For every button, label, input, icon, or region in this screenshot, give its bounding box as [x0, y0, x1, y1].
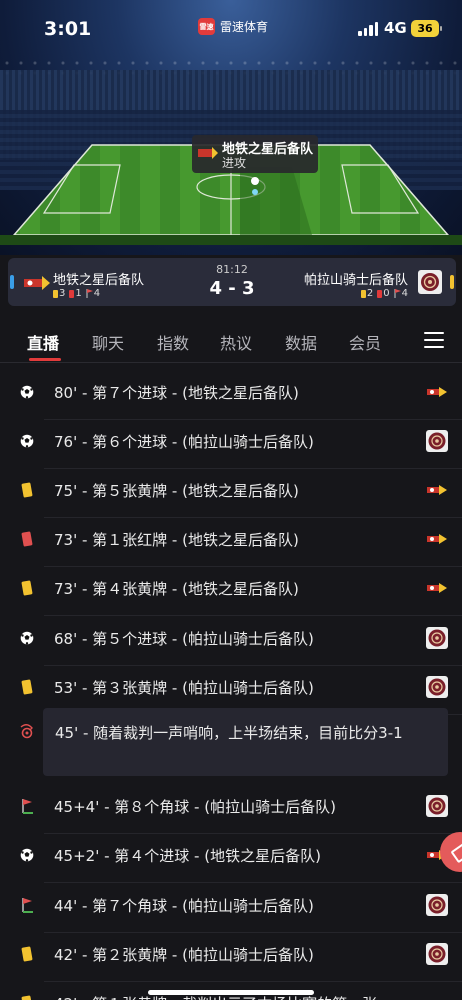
corner-flag-icon: [18, 797, 36, 815]
tab-odds[interactable]: 指数: [157, 330, 189, 354]
red-card-icon: [377, 289, 383, 298]
timeline-event-row: 45' - 随着裁判一声哨响，上半场结束，目前比分3-1: [0, 708, 462, 778]
home-team-logo: [426, 528, 448, 550]
tab-chat[interactable]: 聊天: [92, 330, 124, 354]
goal-ball-icon: [18, 629, 36, 647]
away-team-logo[interactable]: [418, 270, 442, 294]
app-badge[interactable]: 雷速 雷速体育: [198, 18, 268, 35]
timeline-event-row: 73' - 第４张黄牌 - (地铁之星后备队): [0, 567, 462, 616]
home-team-logo: [198, 147, 218, 159]
menu-icon[interactable]: [424, 332, 444, 348]
event-text: 76' - 第６个进球 - (帕拉山骑士后备队): [54, 433, 314, 451]
half-time-summary: 45' - 随着裁判一声哨响，上半场结束，目前比分3-1: [43, 708, 448, 776]
yellow-card-icon: [18, 945, 36, 963]
yellow-card-icon: [18, 579, 36, 597]
tabs-divider: [0, 362, 462, 363]
tab-live[interactable]: 直播: [27, 330, 59, 354]
event-text: 44' - 第７个角球 - (帕拉山骑士后备队): [54, 897, 314, 915]
timeline-event-row: 75' - 第５张黄牌 - (地铁之星后备队): [0, 469, 462, 518]
timeline-event-row: 68' - 第５个进球 - (帕拉山骑士后备队): [0, 617, 462, 666]
corner-flag-icon: [394, 289, 401, 298]
away-team-logo: [426, 894, 448, 916]
event-text: 73' - 第４张黄牌 - (地铁之星后备队): [54, 580, 299, 598]
yellow-card-icon: [18, 994, 36, 1000]
event-text: 68' - 第５个进球 - (帕拉山骑士后备队): [54, 630, 314, 648]
red-card-icon: [18, 530, 36, 548]
tab-discussion[interactable]: 热议: [220, 330, 252, 354]
event-text: 53' - 第３张黄牌 - (帕拉山骑士后备队): [54, 679, 314, 697]
network-label: 4G: [384, 19, 407, 37]
active-tab-indicator: [29, 358, 61, 361]
goal-ball-icon: [18, 383, 36, 401]
status-time: 3:01: [44, 18, 92, 40]
row-divider: [44, 615, 462, 616]
yellow-card-icon: [360, 289, 366, 298]
timeline-event-row: 80' - 第７个进球 - (地铁之星后备队): [0, 371, 462, 420]
app-logo-icon: 雷速: [198, 18, 215, 35]
away-team-stats: 2 0 4: [360, 288, 408, 299]
whistle-icon: [18, 722, 36, 740]
event-text: 45' - 随着裁判一声哨响，上半场结束，目前比分3-1: [55, 724, 403, 742]
goal-ball-icon: [18, 432, 36, 450]
scoreboard: 地铁之星后备队 3 1 4 81:12 4 - 3 帕拉山骑士后备队 2 0 4: [8, 258, 456, 306]
row-divider: [44, 882, 462, 883]
timeline-event-row: 45+4' - 第８个角球 - (帕拉山骑士后备队): [0, 785, 462, 834]
tab-membership[interactable]: 会员: [349, 330, 381, 354]
event-text: 42' - 第２张黄牌 - (帕拉山骑士后备队): [54, 946, 314, 964]
event-text: 45+2' - 第４个进球 - (地铁之星后备队): [54, 847, 321, 865]
goal-ball-icon: [18, 846, 36, 864]
tab-bar: 直播 聊天 指数 热议 数据 会员: [0, 318, 462, 362]
event-text: 73' - 第１张红牌 - (地铁之星后备队): [54, 531, 299, 549]
away-color-indicator: [450, 275, 454, 289]
away-team-logo: [426, 795, 448, 817]
corner-flag-icon: [18, 896, 36, 914]
away-team-logo: [426, 676, 448, 698]
timeline-event-row: 45+2' - 第４个进球 - (地铁之星后备队): [0, 834, 462, 883]
event-text: 80' - 第７个进球 - (地铁之星后备队): [54, 384, 299, 402]
away-team-name[interactable]: 帕拉山骑士后备队: [304, 269, 408, 288]
yellow-card-icon: [18, 481, 36, 499]
away-yellow-count: 2: [366, 288, 374, 299]
home-team-logo: [426, 479, 448, 501]
home-team-logo: [426, 577, 448, 599]
home-team-logo: [426, 381, 448, 403]
callout-action: 进攻: [222, 156, 247, 170]
signal-icon: [358, 22, 378, 36]
timeline-event-row: 44' - 第７个角球 - (帕拉山骑士后备队): [0, 884, 462, 933]
tab-data[interactable]: 数据: [285, 330, 317, 354]
event-text: 75' - 第５张黄牌 - (地铁之星后备队): [54, 482, 299, 500]
status-bar: 3:01 雷速 雷速体育 4G 36: [0, 0, 462, 58]
timeline-event-row: 76' - 第６个进球 - (帕拉山骑士后备队): [0, 420, 462, 469]
timeline-event-row: 73' - 第１张红牌 - (地铁之星后备队): [0, 518, 462, 567]
away-team-logo: [426, 430, 448, 452]
app-name: 雷速体育: [220, 20, 269, 34]
away-team-logo: [426, 943, 448, 965]
battery-icon: 36: [411, 20, 442, 37]
event-text: 45+4' - 第８个角球 - (帕拉山骑士后备队): [54, 798, 336, 816]
attack-callout: 地铁之星后备队 进攻: [192, 135, 318, 173]
away-red-count: 0: [383, 288, 390, 299]
yellow-card-icon: [18, 678, 36, 696]
away-corner-count: 4: [401, 288, 408, 299]
home-indicator: [148, 990, 314, 995]
away-team-logo: [426, 627, 448, 649]
timeline-event-row: 42' - 第２张黄牌 - (帕拉山骑士后备队): [0, 933, 462, 982]
